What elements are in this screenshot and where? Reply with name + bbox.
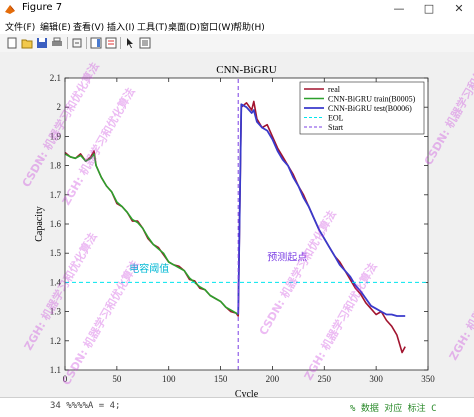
menu-bar: 文件(F) 编辑(E) 查看(V) 插入(I) 工具(T) 桌面(D) 窗口(W…	[0, 18, 474, 34]
x-tick-label: 350	[421, 374, 435, 384]
pointer-icon[interactable]	[124, 37, 136, 49]
open-icon[interactable]	[21, 37, 33, 49]
window-title: Figure 7	[22, 2, 63, 13]
menu-edit[interactable]: 编辑(E)	[40, 20, 71, 33]
toolbar	[0, 34, 474, 53]
close-button[interactable]: ✕	[444, 0, 474, 18]
x-axis-label: Cycle	[235, 389, 259, 397]
x-tick-label: 50	[112, 374, 122, 384]
y-axis-label: Capacity	[34, 206, 45, 242]
save-icon[interactable]	[36, 37, 48, 49]
y-tick-label: 1.5	[50, 248, 62, 258]
toolbar-separator	[120, 37, 121, 49]
editor-strip: 34 %%%%A = 4; % 数据 对应 标注 C	[0, 397, 474, 417]
legend-label: CNN-BiGRU test(B0006)	[328, 104, 412, 113]
menu-window[interactable]: 窗口(W)	[200, 20, 234, 33]
legend-label: CNN-BiGRU train(B0005)	[328, 95, 416, 104]
insert-legend-icon[interactable]	[105, 37, 117, 49]
code-comment: % 数据 对应 标注 C	[350, 404, 437, 414]
minimize-button[interactable]: —	[384, 0, 414, 18]
toolbar-separator	[67, 37, 68, 49]
menu-tools[interactable]: 工具(T)	[137, 20, 168, 33]
code-line: 34 %%%%A = 4;	[50, 401, 121, 411]
menu-file[interactable]: 文件(F)	[5, 20, 35, 33]
insert-colorbar-icon[interactable]	[90, 37, 102, 49]
x-tick-label: 300	[369, 374, 383, 384]
print-icon[interactable]	[51, 37, 63, 49]
menu-desktop[interactable]: 桌面(D)	[168, 20, 200, 33]
legend-label: EOL	[328, 114, 344, 123]
menu-insert[interactable]: 插入(I)	[107, 20, 135, 33]
y-tick-label: 1.1	[50, 365, 61, 375]
link-icon[interactable]	[71, 37, 83, 49]
menu-view[interactable]: 查看(V)	[73, 20, 104, 33]
window-titlebar: Figure 7 — □ ✕	[0, 0, 474, 19]
x-tick-label: 250	[318, 374, 332, 384]
new-figure-icon[interactable]	[6, 37, 18, 49]
legend-label: Start	[328, 123, 344, 132]
property-editor-icon[interactable]	[139, 37, 151, 49]
y-tick-label: 1.2	[50, 336, 61, 346]
maximize-button[interactable]: □	[414, 0, 444, 18]
x-tick-label: 200	[266, 374, 280, 384]
chart-title: CNN-BiGRU	[216, 64, 277, 76]
y-tick-label: 1.6	[50, 219, 62, 229]
matlab-icon	[5, 5, 15, 14]
y-tick-label: 1.8	[50, 161, 62, 171]
y-tick-label: 2.1	[50, 73, 61, 83]
menu-help[interactable]: 帮助(H)	[233, 20, 265, 33]
x-tick-label: 150	[214, 374, 228, 384]
toolbar-separator	[86, 37, 87, 49]
x-tick-label: 100	[162, 374, 176, 384]
legend-label: real	[328, 85, 341, 94]
